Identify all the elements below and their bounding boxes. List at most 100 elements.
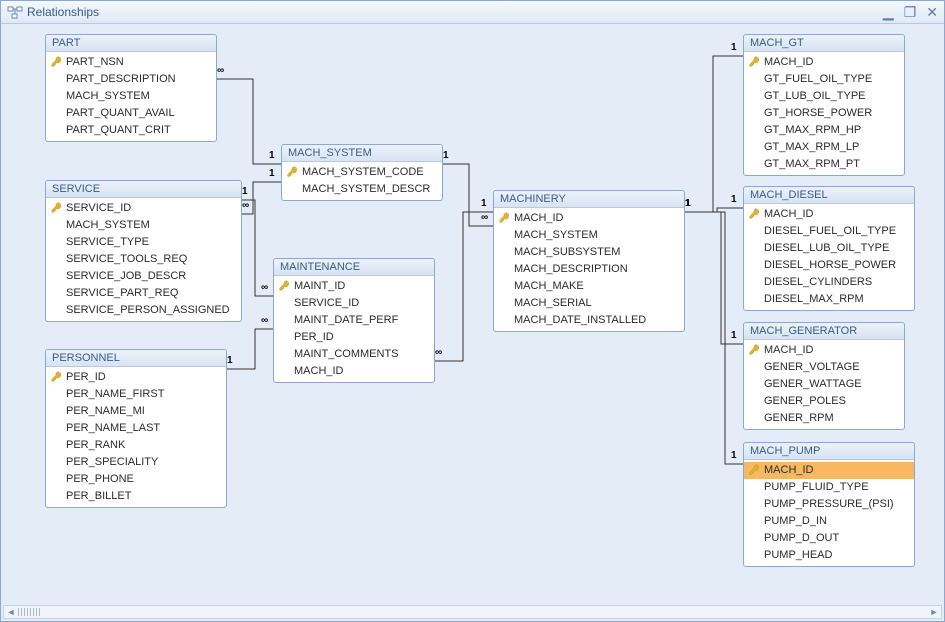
table-mach_pump[interactable]: MACH_PUMP MACH_IDPUMP_FLUID_TYPEPUMP_PRES… — [743, 442, 915, 567]
field-row[interactable]: PER_NAME_LAST — [46, 420, 226, 437]
field-row[interactable]: MAINT_DATE_PERF — [274, 312, 434, 329]
field-row[interactable]: DIESEL_LUB_OIL_TYPE — [744, 240, 914, 257]
primary-key-icon — [50, 55, 62, 67]
field-row[interactable]: MACH_SYSTEM — [46, 217, 241, 234]
field-name: DIESEL_HORSE_POWER — [764, 259, 896, 271]
field-row[interactable]: MACH_ID — [494, 210, 684, 227]
scroll-track[interactable] — [18, 607, 927, 617]
field-row[interactable]: GENER_POLES — [744, 393, 904, 410]
field-row[interactable]: MACH_DATE_INSTALLED — [494, 312, 684, 329]
table-maintenance[interactable]: MAINTENANCE MAINT_ID SERVICE_IDMAINT_DATE_… — [273, 258, 435, 383]
field-row[interactable]: MACH_SYSTEM — [494, 227, 684, 244]
field-row[interactable]: MACH_MAKE — [494, 278, 684, 295]
table-header[interactable]: PERSONNEL — [46, 350, 226, 367]
field-row[interactable]: PUMP_HEAD — [744, 547, 914, 564]
field-row[interactable]: GT_MAX_RPM_LP — [744, 139, 904, 156]
field-row[interactable]: GENER_RPM — [744, 410, 904, 427]
field-row[interactable]: PART_QUANT_AVAIL — [46, 105, 216, 122]
table-header[interactable]: SERVICE — [46, 181, 241, 198]
field-row[interactable]: SERVICE_PERSON_ASSIGNED — [46, 302, 241, 319]
field-row[interactable]: MACH_SYSTEM_DESCR — [282, 181, 442, 198]
table-header[interactable]: MACHINERY — [494, 191, 684, 208]
field-name: MACH_DATE_INSTALLED — [514, 314, 646, 326]
field-row[interactable]: GT_FUEL_OIL_TYPE — [744, 71, 904, 88]
field-name: MACH_SYSTEM — [514, 229, 598, 241]
diagram-canvas[interactable]: PARTPART_NSNPART_DESCRIPTIONMACH_SYSTEMP… — [3, 24, 942, 607]
field-row[interactable]: PART_QUANT_CRIT — [46, 122, 216, 139]
field-row[interactable]: PUMP_D_OUT — [744, 530, 914, 547]
field-row[interactable]: PER_NAME_MI — [46, 403, 226, 420]
field-row[interactable]: SERVICE_JOB_DESCR — [46, 268, 241, 285]
field-row[interactable]: MACH_DESCRIPTION — [494, 261, 684, 278]
field-row[interactable]: PUMP_D_IN — [744, 513, 914, 530]
table-machinery[interactable]: MACHINERY MACH_ID MACH_SYSTEM MACH_SUBSYSTE… — [493, 190, 685, 332]
field-row[interactable]: PER_SPECIALITY — [46, 454, 226, 471]
table-mach_generator[interactable]: MACH_GENERATORMACH_IDGENER_VOLTAGEGENER_… — [743, 322, 905, 430]
field-row[interactable]: PART_NSN — [46, 54, 216, 71]
field-row[interactable]: PER_PHONE — [46, 471, 226, 488]
field-row[interactable]: PER_RANK — [46, 437, 226, 454]
field-row[interactable]: DIESEL_HORSE_POWER — [744, 257, 914, 274]
table-header[interactable]: MACH_PUMP — [744, 443, 914, 460]
table-header[interactable]: MAINTENANCE — [274, 259, 434, 276]
field-name: PART_DESCRIPTION — [66, 73, 176, 85]
field-row[interactable]: MACH_SYSTEM — [46, 88, 216, 105]
relationships-icon — [7, 4, 23, 20]
table-mach_system[interactable]: MACH_SYSTEM MACH_SYSTEM_CODEMACH_SYSTEM_D… — [281, 144, 443, 201]
table-header[interactable]: MACH_GENERATOR — [744, 323, 904, 340]
field-row[interactable]: GENER_WATTAGE — [744, 376, 904, 393]
titlebar[interactable]: Relationships ▁ ❐ ✕ — [1, 1, 944, 24]
field-row[interactable]: PER_NAME_FIRST — [46, 386, 226, 403]
field-row[interactable]: PER_ID — [274, 329, 434, 346]
primary-key-icon — [286, 165, 298, 177]
field-row[interactable]: PART_DESCRIPTION — [46, 71, 216, 88]
table-header[interactable]: MACH_SYSTEM — [282, 145, 442, 162]
field-row[interactable]: PER_ID — [46, 369, 226, 386]
minimize-button[interactable]: ▁ — [883, 5, 894, 19]
table-part[interactable]: PARTPART_NSNPART_DESCRIPTIONMACH_SYSTEMP… — [45, 34, 217, 142]
scroll-right-button[interactable]: ► — [927, 607, 941, 617]
field-row[interactable]: SERVICE_TOOLS_REQ — [46, 251, 241, 268]
horizontal-scrollbar[interactable]: ◄ ► — [3, 605, 942, 619]
field-row[interactable]: MACH_SUBSYSTEM — [494, 244, 684, 261]
scroll-grip[interactable] — [18, 608, 42, 616]
close-button[interactable]: ✕ — [926, 5, 938, 19]
table-header[interactable]: MACH_DIESEL — [744, 187, 914, 204]
field-row[interactable]: SERVICE_PART_REQ — [46, 285, 241, 302]
table-mach_diesel[interactable]: MACH_DIESELMACH_IDDIESEL_FUEL_OIL_TYPEDI… — [743, 186, 915, 311]
field-row[interactable]: SERVICE_ID — [274, 295, 434, 312]
field-row[interactable]: PER_BILLET — [46, 488, 226, 505]
field-row[interactable]: DIESEL_FUEL_OIL_TYPE — [744, 223, 914, 240]
field-row[interactable]: PUMP_PRESSURE_(PSI) — [744, 496, 914, 513]
field-name: MAINT_ID — [294, 280, 345, 292]
field-row[interactable]: GT_MAX_RPM_HP — [744, 122, 904, 139]
table-service[interactable]: SERVICE SERVICE_IDMACH_SYSTEMSERVICE_TYPE… — [45, 180, 242, 322]
field-row[interactable]: MACH_ID — [744, 342, 904, 359]
field-row[interactable]: GT_HORSE_POWER — [744, 105, 904, 122]
field-name: PER_BILLET — [66, 490, 131, 502]
field-row[interactable]: SERVICE_TYPE — [46, 234, 241, 251]
field-row[interactable]: MACH_ID — [744, 462, 914, 479]
table-personnel[interactable]: PERSONNEL PER_IDPER_NAME_FIRSTPER_NAME_MI… — [45, 349, 227, 508]
field-row[interactable]: MACH_ID — [274, 363, 434, 380]
field-row[interactable]: MAINT_ID — [274, 278, 434, 295]
table-header[interactable]: MACH_GT — [744, 35, 904, 52]
field-row[interactable]: MAINT_COMMENTS — [274, 346, 434, 363]
field-row[interactable]: MACH_ID — [744, 206, 914, 223]
field-row[interactable]: PUMP_FLUID_TYPE — [744, 479, 914, 496]
table-header[interactable]: PART — [46, 35, 216, 52]
field-row[interactable]: MACH_ID — [744, 54, 904, 71]
table-mach_gt[interactable]: MACH_GT MACH_IDGT_FUEL_OIL_TYPEGT_LUB_OIL… — [743, 34, 905, 176]
field-row[interactable]: GENER_VOLTAGE — [744, 359, 904, 376]
field-row[interactable]: SERVICE_ID — [46, 200, 241, 217]
field-row[interactable]: GT_MAX_RPM_PT — [744, 156, 904, 173]
field-row[interactable]: DIESEL_MAX_RPM — [744, 291, 914, 308]
field-row[interactable]: DIESEL_CYLINDERS — [744, 274, 914, 291]
field-row[interactable]: MACH_SYSTEM_CODE — [282, 164, 442, 181]
scroll-left-button[interactable]: ◄ — [4, 607, 18, 617]
field-name: GT_MAX_RPM_LP — [764, 141, 859, 153]
field-name: MACH_DESCRIPTION — [514, 263, 628, 275]
field-row[interactable]: MACH_SERIAL — [494, 295, 684, 312]
field-row[interactable]: GT_LUB_OIL_TYPE — [744, 88, 904, 105]
restore-button[interactable]: ❐ — [904, 5, 917, 19]
